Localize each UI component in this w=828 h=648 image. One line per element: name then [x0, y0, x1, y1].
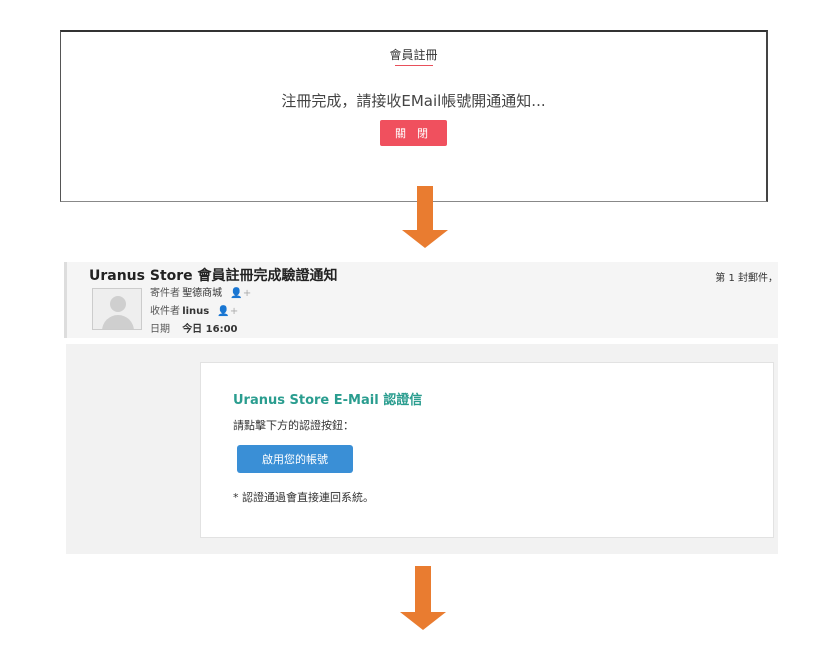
- avatar-icon: [92, 288, 142, 330]
- mail-count: 第 1 封郵件，: [715, 273, 778, 284]
- sender-row: 寄件者 聖德商城 👤+: [150, 284, 251, 299]
- recipient-row: 收件者 linus 👤+: [150, 302, 238, 317]
- registration-modal: 會員註冊 注冊完成，請接收EMail帳號開通通知... 關 閉: [60, 30, 768, 202]
- add-contact-icon[interactable]: 👤+: [217, 306, 238, 317]
- date-value: 今日 16:00: [182, 324, 238, 335]
- activate-account-button[interactable]: 啟用您的帳號: [237, 445, 353, 473]
- modal-message: 注冊完成，請接收EMail帳號開通通知...: [281, 92, 546, 110]
- add-contact-icon[interactable]: 👤+: [230, 288, 251, 299]
- close-button[interactable]: 關 閉: [380, 120, 447, 146]
- card-title: Uranus Store E-Mail 認證信: [233, 393, 423, 408]
- date-row: 日期 今日 16:00: [150, 320, 238, 335]
- sender-label: 寄件者: [150, 288, 180, 299]
- card-note: * 認證通過會直接連回系統。: [233, 491, 374, 504]
- date-label: 日期: [150, 324, 170, 335]
- mail-subject: Uranus Store 會員註冊完成驗證通知: [89, 268, 338, 284]
- arrow-down-icon: [400, 566, 446, 630]
- verification-card: Uranus Store E-Mail 認證信 請點擊下方的認證按鈕： 啟用您的…: [200, 362, 774, 538]
- mail-body: Uranus Store E-Mail 認證信 請點擊下方的認證按鈕： 啟用您的…: [66, 344, 778, 554]
- recipient-label: 收件者: [150, 306, 180, 317]
- mail-header: Uranus Store 會員註冊完成驗證通知 第 1 封郵件， 寄件者 聖德商…: [64, 262, 778, 338]
- recipient-value[interactable]: linus: [182, 306, 209, 317]
- modal-title-underline: [394, 65, 433, 66]
- card-instruction: 請點擊下方的認證按鈕：: [233, 419, 354, 432]
- arrow-down-icon: [402, 186, 448, 248]
- sender-value[interactable]: 聖德商城: [182, 288, 222, 299]
- modal-title: 會員註冊: [389, 48, 438, 62]
